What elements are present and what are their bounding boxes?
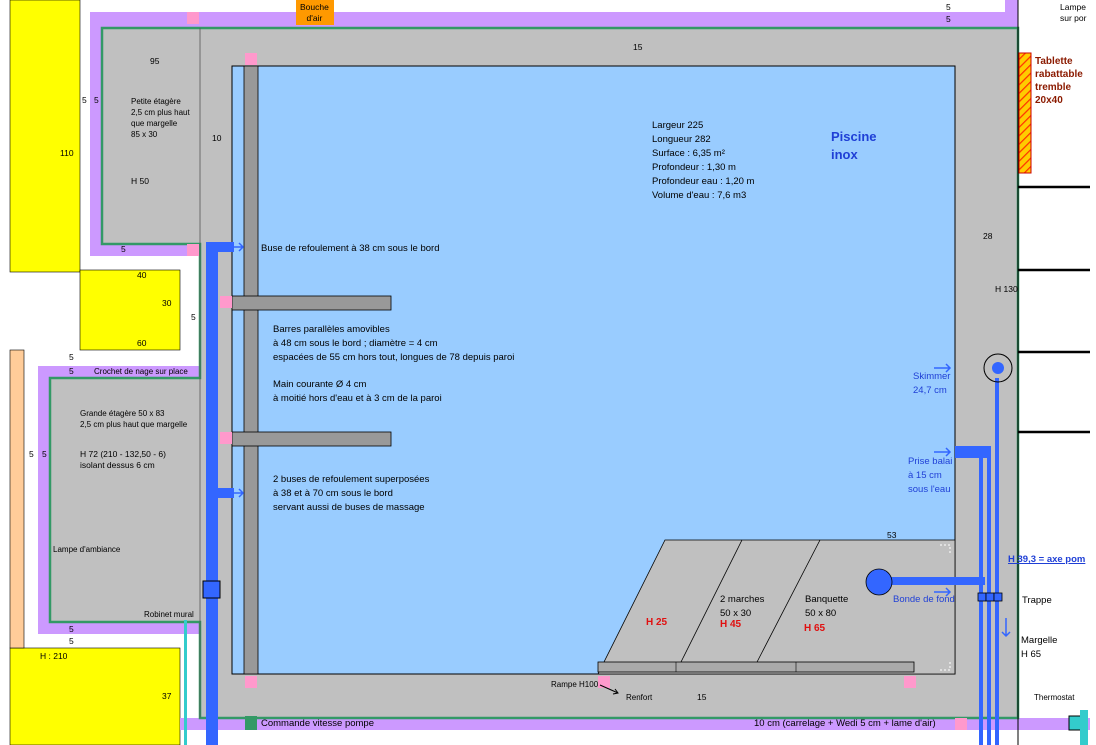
large-shelf-height: H 72 (210 - 132,50 - 6) isolant dessus 6…: [80, 449, 166, 470]
dim-5-side-a: 5: [29, 449, 34, 459]
h65-label: H 65: [804, 623, 826, 634]
h210-label: H : 210: [40, 651, 68, 661]
dim-5-ls-d: 5: [69, 636, 74, 646]
thermostat-label: Thermostat: [1034, 693, 1075, 702]
dim-5-mid: 5: [191, 312, 196, 322]
dim-15-bottom: 15: [697, 692, 707, 702]
large-shelf-text: Grande étagère 50 x 83 2,5 cm plus haut …: [80, 409, 188, 429]
dim-95: 95: [150, 56, 160, 66]
dim-15-top: 15: [633, 42, 643, 52]
cyan-pipe: [184, 620, 187, 745]
dim-5-a: 5: [82, 95, 87, 105]
pool-title: Piscine inox: [831, 129, 877, 162]
pool-spec-4: Profondeur eau : 1,20 m: [652, 176, 755, 187]
dim-28: 28: [983, 231, 993, 241]
ambient-lamp-label: Lampe d'ambiance: [53, 545, 121, 554]
h25-label: H 25: [646, 617, 668, 628]
dim-110: 110: [60, 148, 74, 158]
dim-10: 10: [212, 133, 222, 143]
bar-upper: [231, 295, 392, 311]
prise-balai-label: Prise balai à 15 cm sous l'eau: [908, 456, 953, 495]
pump-control-label: Commande vitesse pompe: [261, 718, 374, 729]
pool-spec-0: Largeur 225: [652, 120, 704, 131]
thermostat-box: [1068, 715, 1082, 731]
pool-spec-2: Surface : 6,35 m²: [652, 148, 725, 159]
pool-spec-5: Volume d'eau : 7,6 m3: [652, 190, 747, 201]
dim-5-side-b: 5: [42, 449, 47, 459]
small-shelf-height: H 50: [131, 176, 149, 186]
renfort-label: Renfort: [626, 693, 653, 702]
dim-5-c: 5: [121, 244, 126, 254]
pool-spec-1: Longueur 282: [652, 134, 711, 145]
pump-control-marker: [245, 716, 257, 730]
dim-37: 37: [162, 691, 172, 701]
dim-40: 40: [137, 270, 147, 280]
dim-5-ls-b: 5: [69, 366, 74, 376]
tap-label: Robinet mural: [144, 610, 194, 619]
h393-label: H 39,3 = axe pom: [1008, 554, 1086, 565]
yellow-block-mid: [79, 269, 181, 351]
dim-60: 60: [137, 338, 147, 348]
tablette-label: Tablette rabattable tremble 20x40: [1035, 56, 1083, 106]
pool-spec-3: Profondeur : 1,30 m: [652, 162, 736, 173]
trappe-label: Trappe: [1022, 595, 1052, 606]
tablette: [1018, 52, 1032, 174]
lamp-top-label: Lampe sur por: [1060, 2, 1087, 23]
dim-5-ls-a: 5: [69, 352, 74, 362]
dim-5-b: 5: [94, 95, 99, 105]
rampe-label: Rampe H100: [551, 680, 599, 689]
margelle-label: Margelle H 65: [1021, 635, 1058, 660]
air-vent-label: Bouche d'air: [300, 2, 329, 23]
bonde-label: Bonde de fond: [893, 594, 955, 605]
crochet-label: Crochet de nage sur place: [94, 367, 188, 376]
dim-53: 53: [887, 530, 897, 540]
h45-label: H 45: [720, 619, 742, 630]
double-nozzle-label: 2 buses de refoulement superposées à 38 …: [273, 474, 430, 513]
handrail-label: Main courante Ø 4 cm à moitié hors d'eau…: [273, 379, 442, 404]
h130-label: H 130: [995, 284, 1018, 294]
purple-wall-right: [1005, 0, 1018, 28]
bar-lower: [231, 431, 392, 447]
nozzle-top-label: Buse de refoulement à 38 cm sous le bord: [261, 243, 440, 254]
pump-box: [202, 580, 221, 599]
yellow-block-top: [9, 0, 81, 273]
dim-5-top-b: 5: [946, 14, 951, 24]
dim-30: 30: [162, 298, 172, 308]
peach-strip: [9, 349, 25, 649]
skimmer-label: Skimmer 24,7 cm: [913, 371, 951, 396]
floor-layer-label: 10 cm (carrelage + Wedi 5 cm + lame d'ai…: [754, 718, 936, 729]
yellow-block-bottom: [9, 647, 181, 745]
handrail: [243, 65, 259, 675]
bottom-drain: [865, 568, 893, 596]
bars-label: Barres parallèles amovibles à 48 cm sous…: [273, 324, 515, 363]
dim-5-top-a: 5: [946, 2, 951, 12]
dim-5-ls-c: 5: [69, 624, 74, 634]
small-shelf-text: Petite étagère 2,5 cm plus haut que marg…: [131, 97, 190, 139]
steps-label: 2 marches 50 x 30: [720, 594, 765, 619]
bench-label: Banquette 50 x 80: [805, 594, 849, 619]
